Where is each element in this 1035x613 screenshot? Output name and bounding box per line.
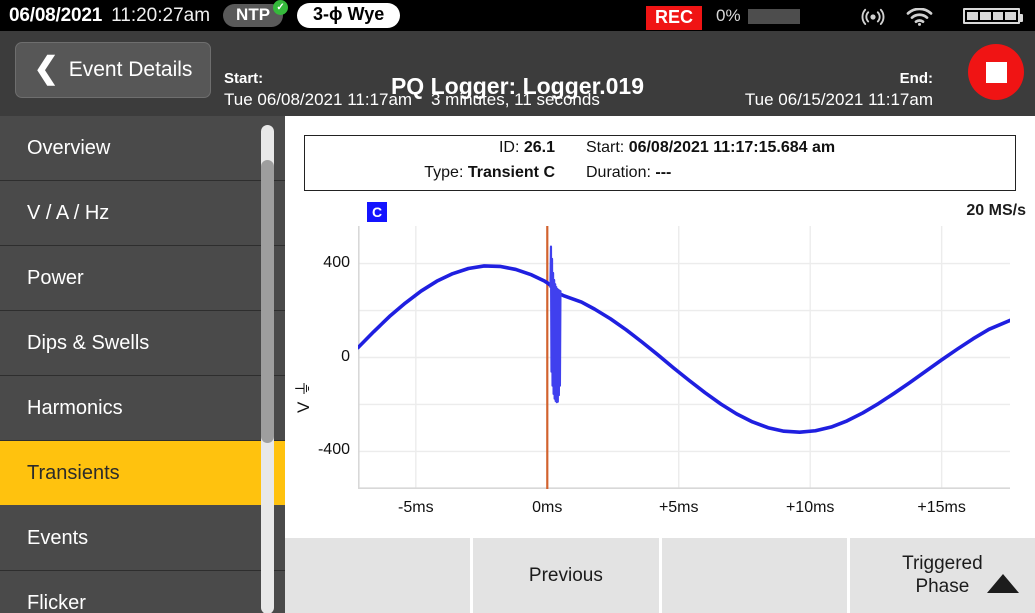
sidebar-item-label: V / A / Hz	[27, 201, 110, 224]
event-id-value: 26.1	[523, 139, 555, 156]
status-time: 11:20:27am	[111, 4, 211, 26]
waveform-plot[interactable]	[358, 226, 1010, 489]
status-bar: 06/08/2021 11:20:27am NTP ✓ 3-ϕ Wye REC …	[0, 0, 1035, 31]
stop-record-icon	[985, 61, 1007, 83]
logging-antenna-icon	[861, 6, 885, 31]
event-duration-value: ---	[655, 164, 672, 181]
app-root: 06/08/2021 11:20:27am NTP ✓ 3-ϕ Wye REC …	[0, 0, 1035, 613]
sidebar-nav[interactable]: Overview V / A / Hz Power Dips & Swells …	[0, 116, 285, 613]
sidebar-item-overview[interactable]: Overview	[0, 116, 285, 181]
sidebar-item-flicker[interactable]: Flicker	[0, 571, 285, 613]
y-axis-label: V ⏚	[294, 379, 313, 413]
previous-button[interactable]: Previous	[473, 538, 659, 613]
x-axis-tick: 0ms	[532, 499, 563, 516]
x-axis-tick: +15ms	[917, 499, 966, 516]
event-id-field: ID: 26.1	[305, 139, 555, 157]
sidebar-scrollbar[interactable]	[261, 125, 274, 613]
page-header: ❮ Event Details PQ Logger: Logger.019 St…	[0, 31, 1035, 116]
sidebar-item-label: Power	[27, 266, 84, 289]
bottom-toolbar: Previous Triggered Phase	[285, 535, 1035, 613]
memory-progress-bar	[748, 9, 800, 24]
y-axis-tick: 0	[341, 347, 350, 365]
event-info-row: ID: 26.1 Start: 06/08/2021 11:17:15.684 …	[305, 139, 1015, 165]
sidebar-scrollbar-thumb[interactable]	[261, 160, 274, 443]
toolbar-button-1[interactable]	[285, 538, 471, 613]
phase-badge: C	[367, 202, 387, 222]
session-end-value: Tue 06/15/2021 11:17am	[744, 90, 933, 109]
ntp-check-icon: ✓	[273, 0, 289, 15]
triggered-phase-label-line2: Phase	[915, 575, 970, 597]
stop-record-button[interactable]	[968, 44, 1024, 100]
toolbar-button-3[interactable]	[661, 538, 847, 613]
sidebar-item-label: Dips & Swells	[27, 331, 150, 354]
sidebar-item-label: Events	[27, 526, 89, 549]
wifi-icon	[906, 7, 933, 31]
sidebar-item-transients[interactable]: Transients	[0, 441, 285, 506]
event-type-key: Type:	[424, 164, 464, 181]
event-start-key: Start:	[586, 139, 625, 156]
y-axis-tick: -400	[317, 441, 350, 459]
event-type-field: Type: Transient C	[305, 164, 555, 182]
sidebar-item-label: Transients	[27, 461, 120, 484]
battery-full-icon	[963, 8, 1023, 24]
session-start-value: Tue 06/08/2021 11:17am	[224, 90, 413, 109]
transient-waveform-chart[interactable]: C 20 MS/s V ⏚ 400 0 -400 -5ms 0ms +5ms +…	[285, 198, 1035, 530]
session-end-label: End:	[899, 70, 933, 87]
memory-percent-label: 0%	[716, 6, 741, 25]
rec-badge: REC	[646, 6, 703, 30]
sidebar-item-dips-and-swells[interactable]: Dips & Swells	[0, 311, 285, 376]
previous-button-label: Previous	[528, 564, 603, 586]
ntp-label: NTP	[236, 4, 271, 24]
sidebar-item-harmonics[interactable]: Harmonics	[0, 376, 285, 441]
event-start-field: Start: 06/08/2021 11:17:15.684 am	[586, 139, 835, 157]
sample-rate-label: 20 MS/s	[966, 202, 1026, 219]
triggered-phase-label-line1: Triggered	[902, 553, 983, 575]
event-info-panel: ID: 26.1 Start: 06/08/2021 11:17:15.684 …	[304, 135, 1016, 191]
event-start-value: 06/08/2021 11:17:15.684 am	[628, 139, 836, 156]
triggered-phase-button[interactable]: Triggered Phase	[849, 538, 1035, 613]
sidebar-item-label: Harmonics	[27, 396, 123, 419]
event-info-row: Type: Transient C Duration: ---	[305, 164, 1015, 190]
sidebar-item-label: Flicker	[27, 591, 86, 613]
triggered-phase-label: Triggered Phase	[902, 553, 983, 598]
triangle-up-icon	[987, 574, 1019, 593]
status-date: 06/08/2021	[9, 4, 103, 26]
session-duration-value: 3 minutes, 11 seconds	[431, 90, 600, 109]
ntp-badge: NTP ✓	[223, 0, 289, 28]
x-axis-tick: +5ms	[658, 499, 699, 516]
sidebar-item-label: Overview	[27, 136, 111, 159]
sidebar-item-events[interactable]: Events	[0, 506, 285, 571]
session-start-label: Start:	[224, 70, 264, 87]
x-axis-tick: +10ms	[785, 499, 835, 516]
sidebar-item-v-a-hz[interactable]: V / A / Hz	[0, 181, 285, 246]
y-axis-tick: 400	[323, 253, 350, 271]
event-duration-key: Duration:	[586, 164, 651, 181]
event-id-key: ID:	[498, 139, 520, 156]
sidebar-item-power[interactable]: Power	[0, 246, 285, 311]
event-type-value: Transient C	[467, 164, 555, 181]
wiring-config-badge: 3-ϕ Wye	[297, 3, 401, 28]
x-axis-tick: -5ms	[398, 499, 434, 516]
event-duration-field: Duration: ---	[586, 164, 671, 182]
